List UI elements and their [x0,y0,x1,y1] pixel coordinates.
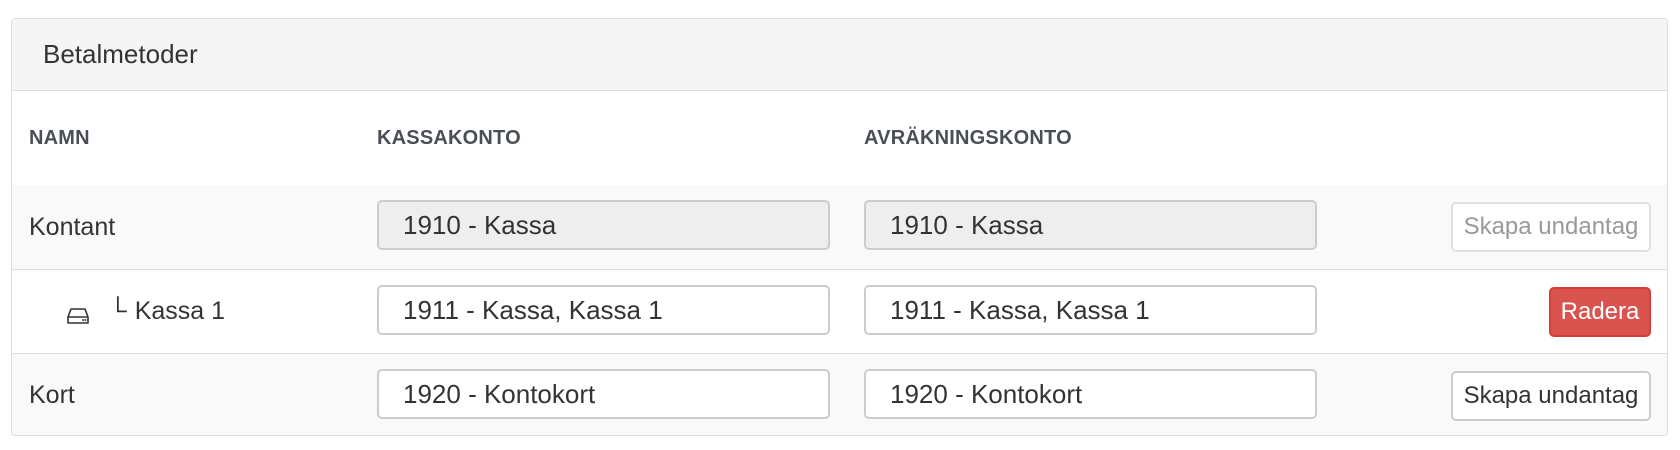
settlement-account-field[interactable]: 1920 - Kontokort [864,369,1317,419]
tree-branch-glyph: └ [109,297,127,325]
cash-account-field[interactable]: 1920 - Kontokort [377,369,830,419]
column-header-cash-account: KASSAKONTO [377,127,521,149]
sub-row-name-cell: └ Kassa 1 [67,270,225,353]
hard-drive-icon [67,303,89,324]
table-header: NAMN KASSAKONTO AVRÄKNINGSKONTO [12,91,1667,185]
table-row: Kort 1920 - Kontokort 1920 - Kontokort S… [12,353,1667,435]
column-header-name: NAMN [29,127,90,149]
payment-method-name: Kontant [29,212,116,241]
settlement-account-field[interactable]: 1911 - Kassa, Kassa 1 [864,285,1317,335]
panel-title: Betalmetoder [12,19,1667,91]
column-header-settlement-account: AVRÄKNINGSKONTO [864,127,1072,149]
delete-button[interactable]: Radera [1549,287,1651,337]
table-row: └ Kassa 1 1911 - Kassa, Kassa 1 1911 - K… [12,269,1667,353]
settlement-account-field: 1910 - Kassa [864,200,1317,250]
cash-account-field: 1910 - Kassa [377,200,830,250]
payment-methods-panel: Betalmetoder NAMN KASSAKONTO AVRÄKNINGSK… [11,18,1668,436]
table-row: Kontant 1910 - Kassa 1910 - Kassa Skapa … [12,185,1667,269]
create-exception-button[interactable]: Skapa undantag [1451,202,1651,252]
cash-account-field[interactable]: 1911 - Kassa, Kassa 1 [377,285,830,335]
payment-method-name: Kort [29,381,75,409]
create-exception-button[interactable]: Skapa undantag [1451,371,1651,421]
payment-method-name: Kassa 1 [134,297,226,325]
